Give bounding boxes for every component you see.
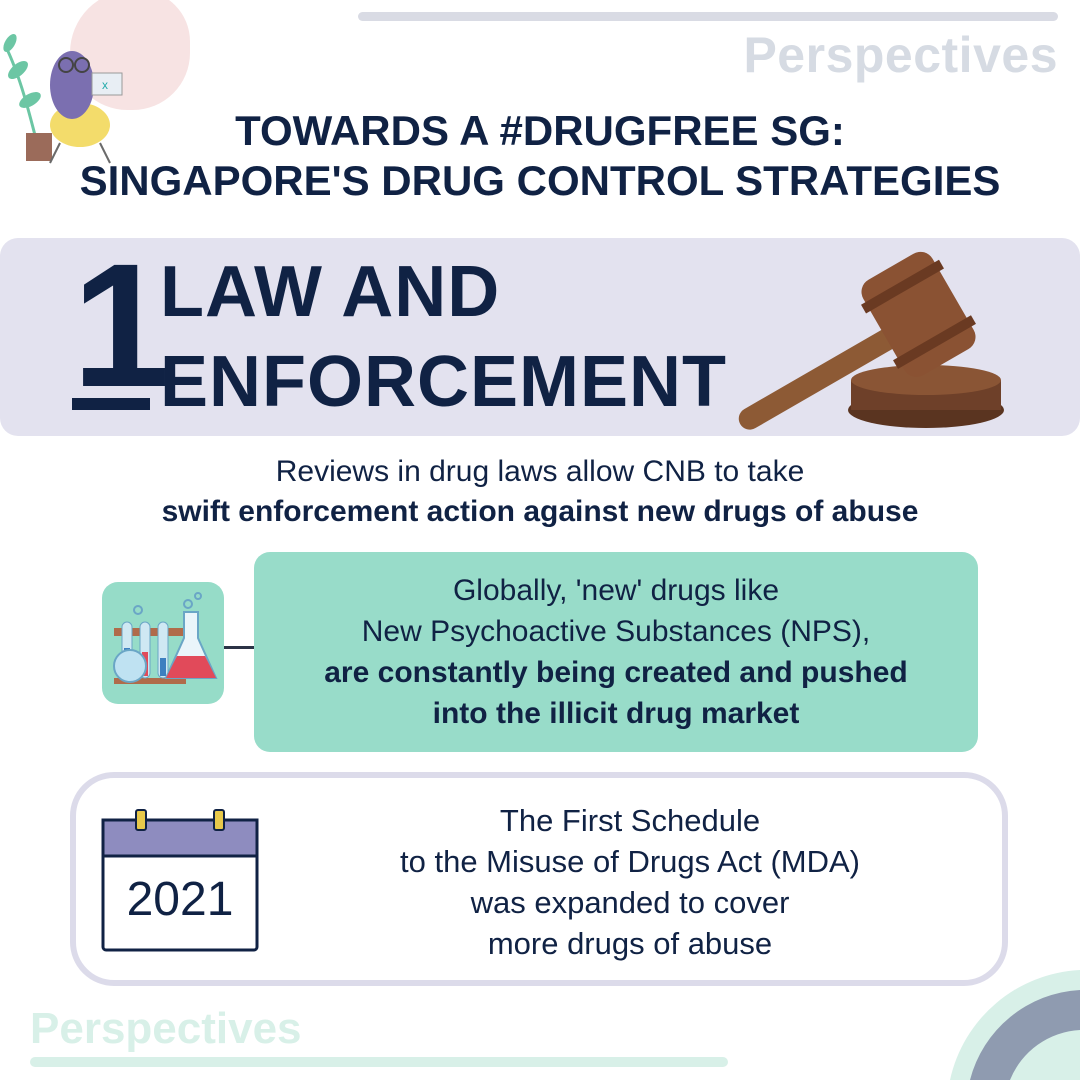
nps-card-line4: into the illicit drug market xyxy=(432,697,800,730)
review-text: Reviews in drug laws allow CNB to take xyxy=(275,455,805,488)
connector-line xyxy=(224,646,256,649)
nps-card-line1: Globally, 'new' drugs like xyxy=(452,574,780,607)
top-divider xyxy=(358,12,1058,21)
lab-flask-icon xyxy=(113,592,218,684)
svg-text:x: x xyxy=(102,78,108,92)
section-title-line2: ENFORCEMENT xyxy=(160,342,727,422)
mda-card-line1: The First Schedule xyxy=(499,803,761,838)
calendar-year: 2021 xyxy=(126,873,234,926)
section-title-line1: LAW AND xyxy=(160,252,501,332)
mda-card-line4: more drugs of abuse xyxy=(487,926,773,961)
review-text-bold: swift enforcement action against new dru… xyxy=(161,495,919,528)
brand-label-top: Perspectives xyxy=(743,27,1058,83)
gavel-icon xyxy=(738,251,1004,430)
mda-card-line2: to the Misuse of Drugs Act (MDA) xyxy=(400,844,860,879)
nps-card-line3: are constantly being created and pushed xyxy=(324,656,908,689)
corner-decoration xyxy=(950,970,1080,1080)
section-number: 1 xyxy=(72,228,170,424)
page-title-line1: TOWARDS A #DRUGFREE SG: xyxy=(235,107,845,154)
nps-card-line2: New Psychoactive Substances (NPS), xyxy=(361,615,871,648)
mda-card-line3: was expanded to cover xyxy=(470,885,790,920)
bottom-divider xyxy=(30,1057,728,1067)
section-number-underline xyxy=(72,398,150,410)
brand-label-bottom: Perspectives xyxy=(30,1004,302,1053)
page-title-line2: SINGAPORE'S DRUG CONTROL STRATEGIES xyxy=(79,157,1001,204)
